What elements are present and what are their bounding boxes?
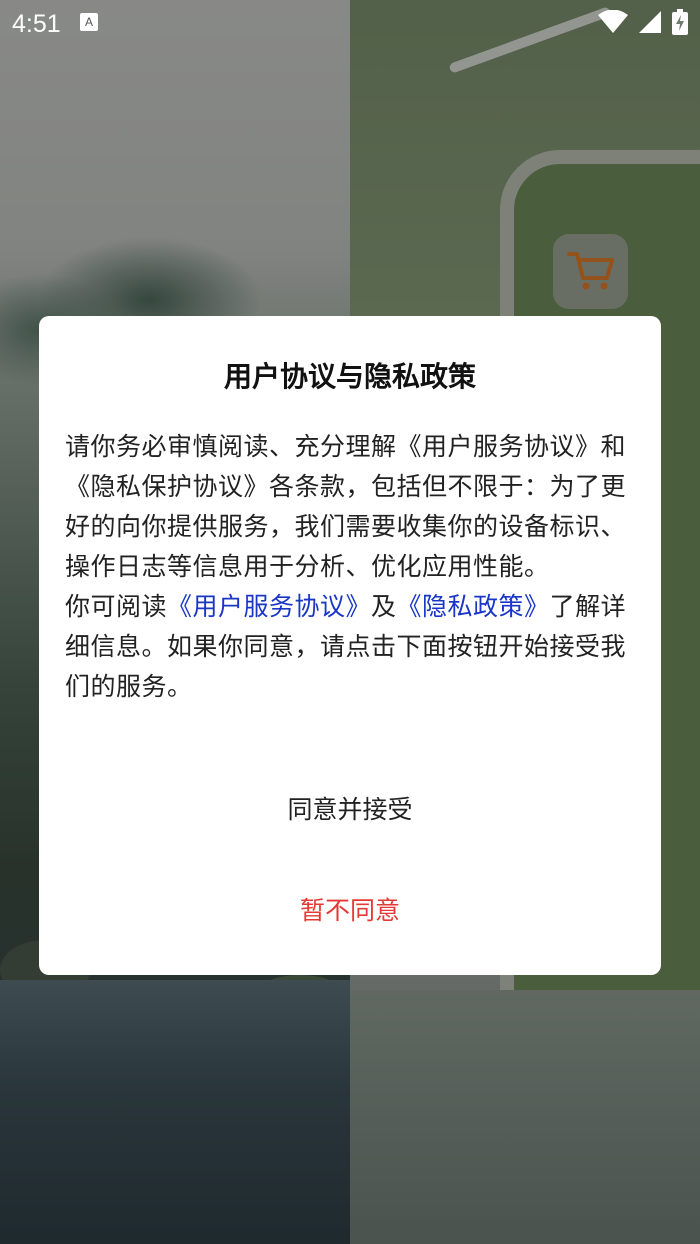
- battery-charging-icon: [672, 9, 688, 39]
- font-a-icon: A: [79, 12, 99, 36]
- decline-button[interactable]: 暂不同意: [39, 889, 661, 929]
- wifi-icon: [598, 9, 628, 38]
- privacy-policy-link[interactable]: 《隐私政策》: [397, 592, 550, 621]
- status-time: 4:51: [12, 9, 61, 38]
- svg-text:A: A: [85, 15, 93, 29]
- dialog-paragraph-terms: 请你务必审慎阅读、充分理解《用户服务协议》和《隐私保护协议》各条款，包括但不限于…: [65, 432, 627, 581]
- agree-button[interactable]: 同意并接受: [39, 788, 661, 828]
- paragraph-join: 及: [371, 592, 397, 621]
- user-agreement-link[interactable]: 《用户服务协议》: [167, 592, 371, 621]
- status-bar: 4:51 A: [0, 0, 700, 48]
- signal-icon: [638, 10, 662, 38]
- dialog-body: 请你务必审慎阅读、充分理解《用户服务协议》和《隐私保护协议》各条款，包括但不限于…: [65, 427, 635, 707]
- paragraph-prefix: 你可阅读: [65, 592, 168, 621]
- dialog-title: 用户协议与隐私政策: [223, 360, 476, 393]
- screen: 4:51 A 用户协议与隐私政策 请你务必审慎阅读、充分理解《用户服务协议》和《…: [0, 0, 700, 1244]
- dialog-paragraph-links: 你可阅读《用户服务协议》及《隐私政策》了解详细信息。如果你同意，请点击下面按钮开…: [65, 587, 635, 707]
- privacy-dialog: 用户协议与隐私政策 请你务必审慎阅读、充分理解《用户服务协议》和《隐私保护协议》…: [39, 316, 661, 975]
